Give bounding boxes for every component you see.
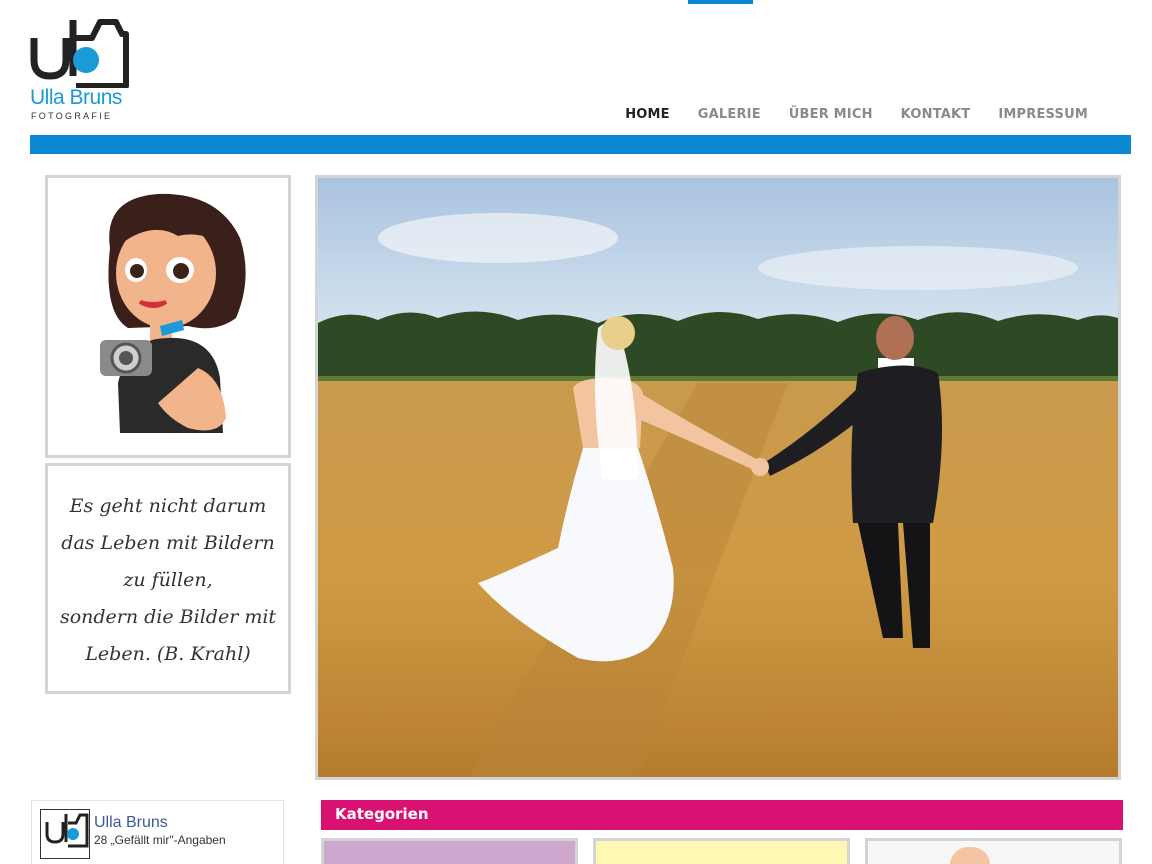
quote-line: zu füllen, <box>123 569 213 591</box>
photographer-woman-illustration-icon <box>100 193 246 433</box>
quote-box: Es geht nicht darum das Leben mit Bilder… <box>45 463 291 694</box>
avatar-box <box>45 175 291 458</box>
facebook-page-name[interactable]: Ulla Bruns <box>94 814 168 832</box>
category-tile[interactable] <box>321 838 578 864</box>
hand-image <box>950 847 990 864</box>
ub-camera-logo-icon <box>30 19 129 88</box>
nav-galerie[interactable]: GALERIE <box>684 107 775 122</box>
ub-logo-thumb-icon <box>45 813 89 848</box>
main-nav: HOME GALERIE ÜBER MICH KONTAKT IMPRESSUM <box>611 107 1102 122</box>
quote-text: Es geht nicht darum das Leben mit Bilder… <box>60 484 276 673</box>
facebook-like-box[interactable]: Ulla Bruns 28 „Gefällt mir"-Angaben <box>31 800 284 864</box>
nav-kontakt[interactable]: KONTAKT <box>887 107 985 122</box>
hero-image <box>315 175 1121 780</box>
categories-title: Kategorien <box>335 805 429 823</box>
facebook-page-avatar[interactable] <box>40 809 90 859</box>
quote-line: Es geht nicht darum <box>69 495 267 517</box>
categories-header: Kategorien <box>321 800 1123 830</box>
category-tile[interactable] <box>865 838 1122 864</box>
quote-line: Leben. (B. Krahl) <box>85 643 251 665</box>
nav-impressum[interactable]: IMPRESSUM <box>984 107 1102 122</box>
wedding-couple-field-image <box>318 178 1118 777</box>
category-tile[interactable] <box>593 838 850 864</box>
nav-home[interactable]: HOME <box>611 107 684 122</box>
active-indicator <box>688 0 753 4</box>
site-logo[interactable]: Ulla Bruns FOTOGRAFIE <box>30 16 140 124</box>
quote-line: das Leben mit Bildern <box>61 532 275 554</box>
logo-name: Ulla Bruns <box>30 86 122 109</box>
nav-ueber-mich[interactable]: ÜBER MICH <box>775 107 887 122</box>
header-divider-bar <box>30 135 1131 154</box>
facebook-likes-count: 28 „Gefällt mir"-Angaben <box>94 833 226 847</box>
logo-subtitle: FOTOGRAFIE <box>31 111 113 121</box>
quote-line: sondern die Bilder mit <box>59 606 277 628</box>
